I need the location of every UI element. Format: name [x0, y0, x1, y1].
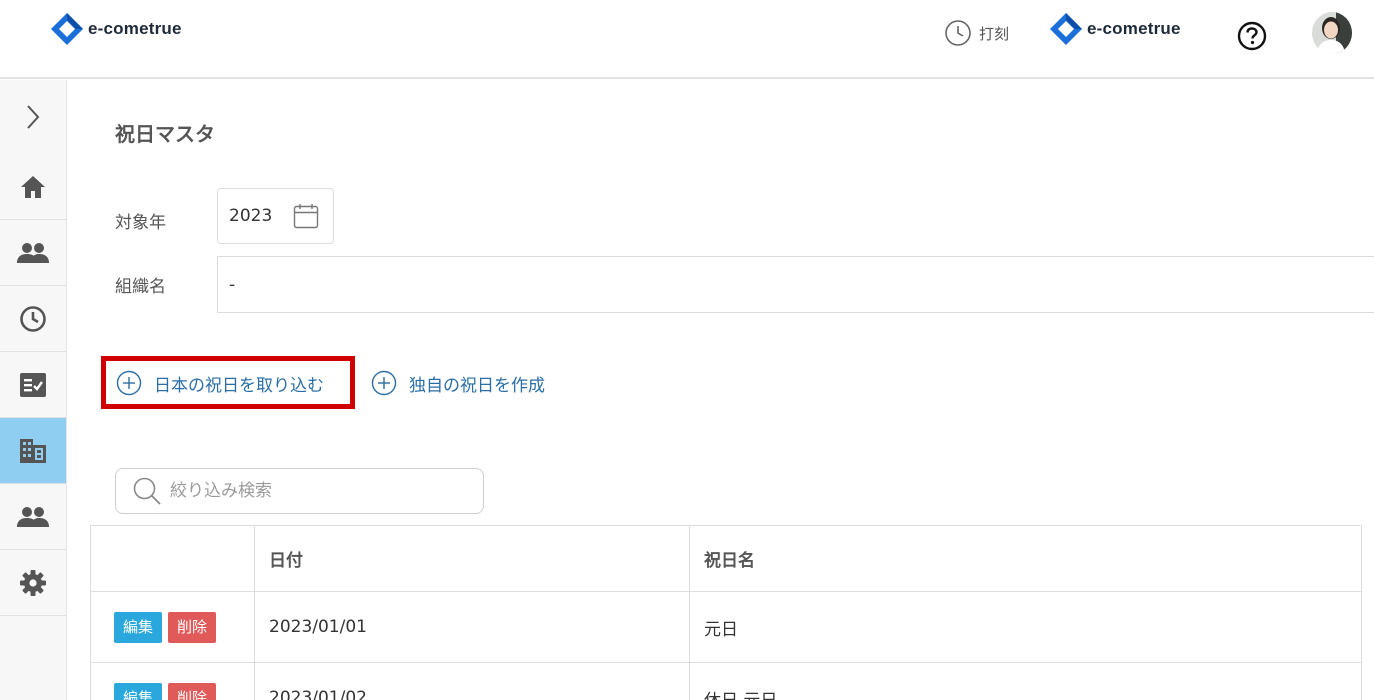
create-holiday-label: 独自の祝日を作成 [409, 375, 545, 396]
table-row: 編集削除 2023/01/02 休日 元日 [90, 662, 1362, 700]
brand-logo[interactable]: e-cometrue [50, 12, 182, 46]
chevron-right-icon [27, 105, 40, 129]
search-input[interactable] [170, 481, 470, 501]
row-holiday-name: 休日 元日 [689, 662, 1362, 700]
sidebar-item-attendance[interactable] [0, 286, 66, 352]
clock-icon [945, 20, 971, 46]
punch-label: 打刻 [979, 24, 1010, 43]
brand-logo-icon [51, 13, 83, 45]
sidebar-item-settings[interactable] [0, 550, 66, 616]
row-actions: 編集 削除 [90, 591, 255, 663]
filter-search [115, 468, 484, 514]
column-header-actions [90, 525, 255, 592]
table-row: 編集 削除 2023/01/01 元日 [90, 591, 1362, 663]
clock-icon [20, 305, 46, 332]
search-icon [133, 477, 161, 505]
sidebar-expand-button[interactable] [0, 80, 66, 154]
org-label: 組織名 [115, 277, 166, 297]
delete-button[interactable]: 削除 [168, 682, 217, 700]
page-title: 祝日マスタ [115, 122, 215, 146]
home-icon [21, 175, 45, 198]
brand-name: e-cometrue [88, 19, 182, 38]
user-avatar[interactable] [1312, 12, 1352, 54]
users-icon [17, 242, 49, 263]
sidebar-item-users[interactable] [0, 220, 66, 286]
avatar-icon [1312, 12, 1352, 54]
row-actions: 編集 削除 [90, 662, 255, 700]
row-holiday-name: 元日 [689, 591, 1362, 663]
year-value: 2023 [229, 206, 273, 226]
edit-button[interactable]: 編集 [114, 611, 163, 643]
sidebar-item-groups[interactable] [0, 484, 66, 550]
row-date: 2023/01/01 [254, 591, 690, 663]
sidebar-item-home[interactable] [0, 154, 66, 220]
import-holidays-label: 日本の祝日を取り込む [154, 375, 324, 396]
create-holiday-button[interactable]: 独自の祝日を作成 [371, 370, 545, 396]
company-logo-icon [1050, 13, 1082, 45]
edit-button[interactable]: 編集 [114, 682, 163, 700]
year-picker[interactable]: 2023 [217, 188, 334, 244]
org-select[interactable]: - [217, 256, 1374, 313]
delete-button[interactable]: 削除 [168, 611, 217, 643]
punch-button[interactable]: 打刻 [944, 19, 1009, 47]
help-icon[interactable] [1237, 21, 1267, 51]
group-icon [17, 506, 49, 527]
sidebar-item-organization[interactable] [0, 418, 66, 484]
gear-icon [20, 569, 46, 596]
sidebar-item-tasks[interactable] [0, 352, 66, 418]
import-holidays-button[interactable]: 日本の祝日を取り込む [116, 370, 324, 396]
plus-circle-icon [116, 370, 142, 396]
sidebar [0, 80, 67, 700]
year-label: 対象年 [115, 213, 166, 233]
table-header-row: 日付 祝日名 [90, 525, 1362, 592]
checklist-icon [20, 372, 46, 397]
row-date: 2023/01/02 [254, 662, 690, 700]
plus-circle-icon [371, 370, 397, 396]
column-header-date[interactable]: 日付 [254, 525, 690, 592]
company-name: e-cometrue [1087, 19, 1181, 38]
org-value: - [229, 274, 236, 295]
holiday-table: 日付 祝日名 編集 削除 2023/01/01 元日 編集 削除 2023/01/0… [90, 525, 1362, 700]
company-logo: e-cometrue [1049, 12, 1181, 46]
building-icon [20, 438, 46, 463]
column-header-name[interactable]: 祝日名 [689, 525, 1362, 592]
top-header: e-cometrue 打刻 e-cometrue [0, 0, 1374, 79]
calendar-icon [293, 204, 319, 229]
